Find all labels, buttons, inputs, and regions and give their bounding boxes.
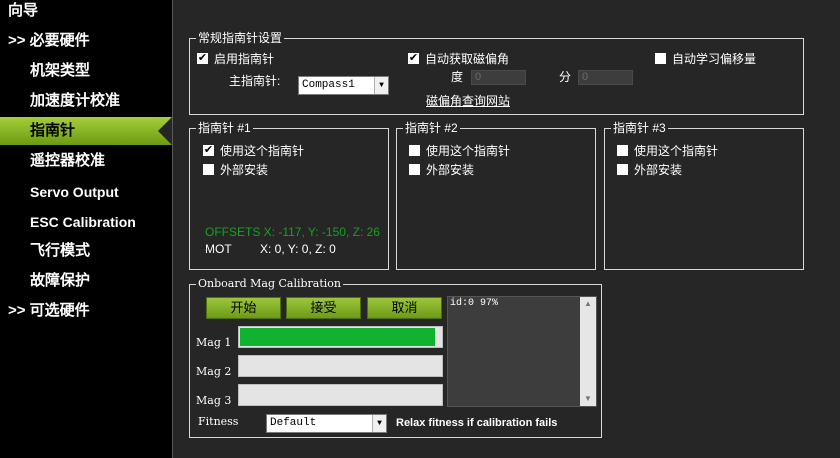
degree-input[interactable]: 0	[471, 70, 526, 85]
mag2-progress-bar	[238, 355, 443, 377]
sidebar-item-failsafe[interactable]: 故障保护	[0, 267, 172, 295]
minute-input[interactable]: 0	[578, 70, 633, 85]
sidebar-item-radio-calibration[interactable]: 遥控器校准	[0, 147, 172, 175]
group-title: 常规指南针设置	[196, 30, 285, 46]
sidebar-item-label: 指南针	[30, 122, 76, 139]
cancel-button[interactable]: 取消	[367, 297, 442, 319]
log-scrollbar[interactable]: ▲ ▼	[580, 297, 596, 406]
sidebar-item-wizard[interactable]: 向导	[0, 0, 172, 25]
sidebar-item-optional-hardware[interactable]: >> 可选硬件	[0, 297, 172, 325]
checkbox-label: 外部安装	[220, 163, 269, 177]
checkbox-box	[409, 164, 420, 175]
degree-label: 度	[451, 70, 464, 84]
mag1-progress-bar	[238, 326, 443, 348]
checkbox-label: 启用指南针	[214, 52, 275, 66]
mag3-progress-bar	[238, 384, 443, 406]
chevron-down-icon: ▼	[374, 77, 388, 94]
start-button[interactable]: 开始	[206, 297, 281, 319]
minute-label: 分	[559, 70, 572, 84]
checkbox-box	[203, 164, 214, 175]
group-title: 指南针 #2	[403, 120, 460, 136]
sidebar-item-esc-calibration[interactable]: ESC Calibration	[0, 208, 172, 236]
select-value: Compass1	[302, 79, 355, 91]
checkbox-label: 外部安装	[634, 163, 683, 177]
fitness-select[interactable]: Default ▼	[266, 414, 387, 433]
checkbox-label: 使用这个指南针	[220, 144, 305, 158]
compass3-group: 指南针 #3 使用这个指南针 外部安装	[604, 120, 804, 270]
scroll-down-icon[interactable]: ▼	[580, 392, 596, 406]
compass1-offsets: OFFSETS X: -117, Y: -150, Z: 26	[205, 225, 380, 239]
compass2-group: 指南针 #2 使用这个指南针 外部安装	[396, 120, 596, 270]
check-icon: ✔	[203, 144, 214, 156]
active-indicator-arrow	[158, 117, 172, 145]
group-title: 指南针 #3	[611, 120, 668, 136]
scroll-up-icon[interactable]: ▲	[580, 297, 596, 311]
mag3-label: Mag 3	[196, 394, 232, 407]
sidebar: 向导 >> 必要硬件 机架类型 加速度计校准 指南针 遥控器校准 Servo O…	[0, 0, 172, 458]
sidebar-item-servo-output[interactable]: Servo Output	[0, 178, 172, 206]
select-value: Default	[270, 417, 317, 429]
fitness-label: Fitness	[198, 415, 239, 428]
checkbox-box	[617, 145, 628, 156]
relax-fitness-text: Relax fitness if calibration fails	[396, 417, 558, 429]
sidebar-item-flight-modes[interactable]: 飞行模式	[0, 237, 172, 265]
checkbox-label: 自动学习偏移量	[672, 52, 757, 66]
declination-website-link[interactable]: 磁偏角查询网站	[426, 93, 510, 109]
progress-fill	[240, 328, 435, 346]
checkbox-label: 使用这个指南针	[634, 144, 719, 158]
checkbox-label: 自动获取磁偏角	[425, 52, 510, 66]
calibration-log[interactable]: id:0 97% ▲ ▼	[447, 296, 597, 407]
checkbox-box	[655, 53, 666, 64]
checkbox-label: 使用这个指南针	[426, 144, 511, 158]
general-settings-group: 常规指南针设置 ✔ 启用指南针 主指南针: Compass1 ▼ ✔ 自动获取磁…	[189, 30, 804, 115]
compass1-group: 指南针 #1 ✔ 使用这个指南针 外部安装 OFFSETS X: -117, Y…	[189, 120, 389, 270]
group-title: 指南针 #1	[196, 120, 253, 136]
checkbox-box	[617, 164, 628, 175]
primary-compass-label: 主指南针:	[229, 74, 281, 88]
checkbox-label: 外部安装	[426, 163, 475, 177]
compass1-mot-values: X: 0, Y: 0, Z: 0	[260, 242, 336, 256]
sidebar-item-accel-calibration[interactable]: 加速度计校准	[0, 87, 172, 115]
checkbox-box	[409, 145, 420, 156]
mag1-label: Mag 1	[196, 336, 232, 349]
sidebar-item-compass[interactable]: 指南针	[0, 117, 172, 145]
check-icon: ✔	[408, 52, 419, 64]
chevron-down-icon: ▼	[372, 415, 386, 432]
check-icon: ✔	[197, 52, 208, 64]
accept-button[interactable]: 接受	[286, 297, 361, 319]
primary-compass-select[interactable]: Compass1 ▼	[298, 76, 389, 95]
sidebar-item-frame-type[interactable]: 机架类型	[0, 57, 172, 85]
group-title: Onboard Mag Calibration	[196, 276, 343, 292]
compass1-mot-label: MOT	[205, 242, 232, 256]
log-text: id:0 97%	[450, 298, 499, 309]
sidebar-divider	[172, 0, 173, 458]
sidebar-item-mandatory-hardware[interactable]: >> 必要硬件	[0, 27, 172, 55]
mag2-label: Mag 2	[196, 365, 232, 378]
mag-calibration-group: Onboard Mag Calibration 开始 接受 取消 Mag 1 M…	[189, 276, 602, 438]
